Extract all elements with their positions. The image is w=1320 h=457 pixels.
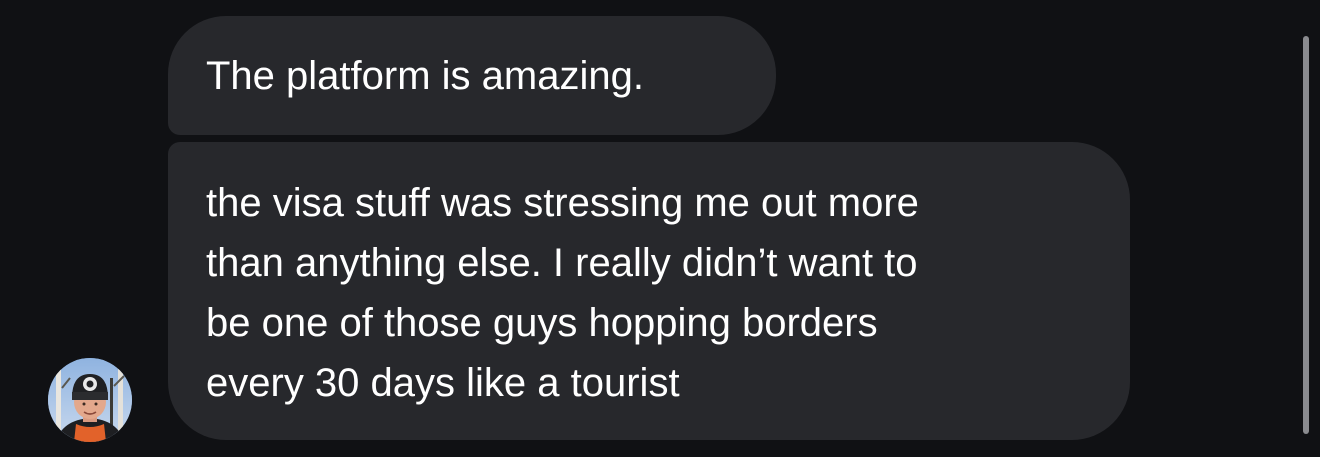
scrollbar[interactable] — [1303, 36, 1309, 434]
message-text-line: every 30 days like a tourist — [206, 361, 680, 405]
message-text-line: be one of those guys hopping borders — [206, 301, 878, 345]
avatar-photo-icon — [48, 358, 132, 442]
message-bubble[interactable]: The platform is amazing. — [168, 16, 776, 135]
message-bubble[interactable]: the visa stuff was stressing me out more… — [168, 142, 1130, 440]
user-photo-avatar[interactable] — [48, 358, 132, 442]
message-text-line: than anything else. I really didn’t want… — [206, 241, 918, 285]
message-text-line: the visa stuff was stressing me out more — [206, 181, 919, 225]
message-text: The platform is amazing. — [206, 54, 644, 98]
chat-thread: The platform is amazing. the visa stuff … — [0, 0, 1320, 457]
